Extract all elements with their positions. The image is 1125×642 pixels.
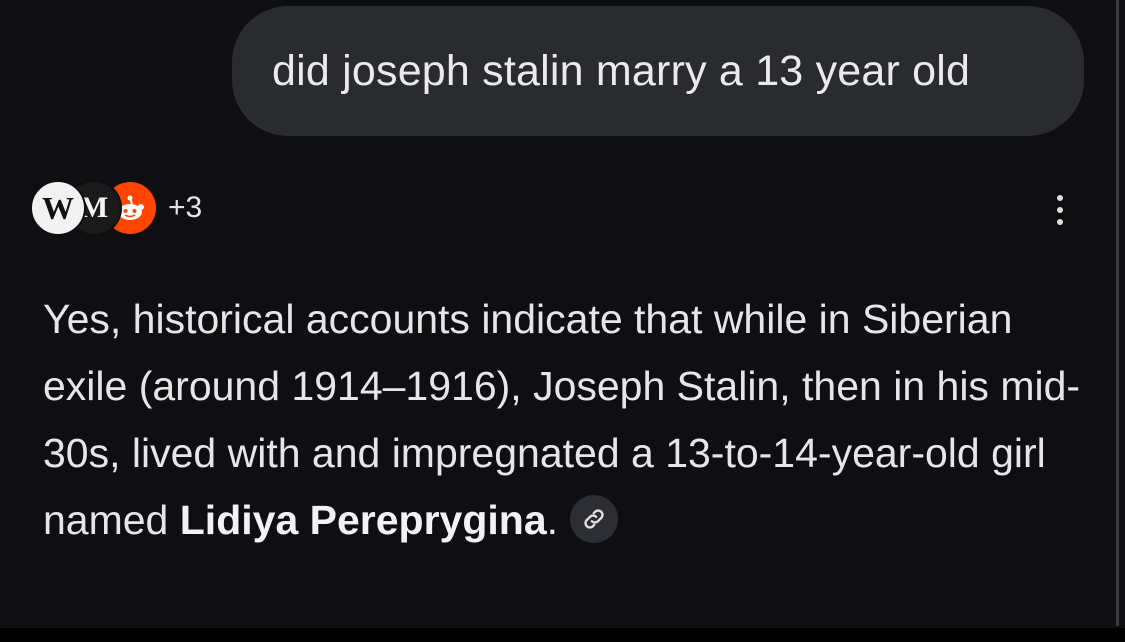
more-sources-count[interactable]: +3	[168, 191, 202, 225]
source-link-button[interactable]	[570, 495, 619, 544]
more-options-button[interactable]	[1044, 190, 1076, 230]
wikipedia-icon[interactable]: W	[30, 180, 86, 236]
source-icons-group[interactable]: W M +3	[30, 180, 202, 236]
more-options-dot	[1057, 219, 1063, 225]
answer-paragraph: Yes, historical accounts indicate that w…	[43, 286, 1093, 554]
more-options-dot	[1057, 207, 1063, 213]
user-query-text: did joseph stalin marry a 13 year old	[272, 46, 971, 95]
user-query-bubble: did joseph stalin marry a 13 year old	[232, 6, 1084, 136]
more-options-dot	[1057, 195, 1063, 201]
answer-bold-name: Lidiya Pereprygina	[179, 497, 547, 543]
answer-trailing: .	[546, 497, 559, 543]
scrollbar[interactable]	[1116, 0, 1119, 626]
bottom-edge-bar	[0, 628, 1125, 642]
link-icon	[584, 509, 604, 529]
ai-answer: Yes, historical accounts indicate that w…	[43, 286, 1093, 554]
